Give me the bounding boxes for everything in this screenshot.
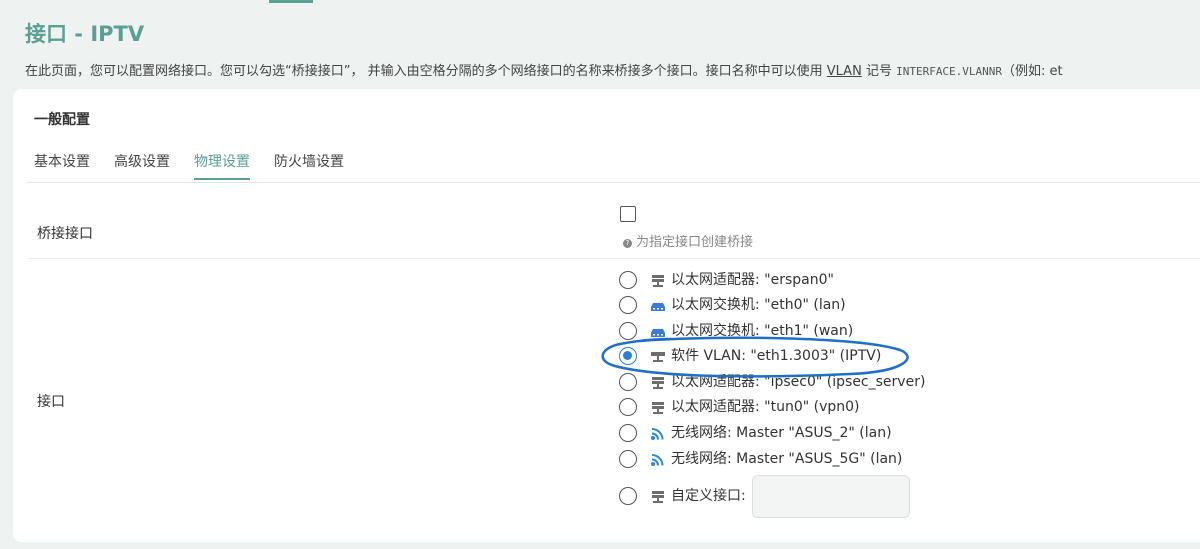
general-config-card: 一般配置 基本设置 高级设置 物理设置 防火墙设置 桥接接口 ? 为指定接口创建桥… bbox=[13, 89, 1200, 542]
help-icon: ? bbox=[623, 239, 632, 248]
tab-physical-settings[interactable]: 物理设置 bbox=[194, 151, 250, 180]
ethernet-adapter-icon bbox=[652, 275, 664, 287]
bridge-interfaces-label: 桥接接口 bbox=[37, 226, 93, 242]
interface-radio[interactable] bbox=[619, 271, 637, 289]
software-vlan-icon bbox=[651, 352, 665, 362]
tab-advanced-settings[interactable]: 高级设置 bbox=[114, 151, 170, 171]
ethernet-adapter-icon bbox=[652, 377, 664, 389]
custom-interface-radio[interactable] bbox=[619, 487, 637, 505]
tab-basic-settings[interactable]: 基本设置 bbox=[34, 151, 90, 171]
interface-option-label: 以太网适配器: "tun0" (vpn0) bbox=[671, 399, 860, 415]
interface-radio[interactable] bbox=[619, 450, 637, 468]
interface-radio[interactable] bbox=[619, 398, 637, 416]
top-nav-indicator bbox=[269, 0, 313, 3]
wireless-icon bbox=[651, 428, 664, 440]
ethernet-switch-icon bbox=[651, 329, 665, 337]
interface-option-label: 无线网络: Master "ASUS_5G" (lan) bbox=[671, 451, 903, 467]
custom-interface-input[interactable] bbox=[752, 475, 910, 518]
interface-radio[interactable] bbox=[619, 424, 637, 442]
interface-option-label: 以太网适配器: "erspan0" bbox=[671, 272, 834, 288]
bridge-interfaces-checkbox[interactable] bbox=[620, 206, 636, 222]
custom-interface-label: 自定义接口: bbox=[671, 488, 746, 504]
interface-option-label: 以太网交换机: "eth1" (wan) bbox=[671, 323, 854, 339]
ethernet-adapter-icon bbox=[652, 402, 664, 414]
interface-radio[interactable] bbox=[619, 296, 637, 314]
interface-radio[interactable] bbox=[619, 373, 637, 391]
vlan-link[interactable]: VLAN bbox=[827, 64, 862, 79]
tab-firewall-settings[interactable]: 防火墙设置 bbox=[274, 151, 344, 171]
ethernet-adapter-icon bbox=[652, 491, 664, 503]
interface-option-label: 软件 VLAN: "eth1.3003" (IPTV) bbox=[671, 348, 882, 364]
wireless-icon bbox=[651, 454, 664, 466]
bridge-hint: ? 为指定接口创建桥接 bbox=[623, 231, 753, 250]
interface-radio[interactable] bbox=[619, 322, 637, 340]
interface-option-label: 无线网络: Master "ASUS_2" (lan) bbox=[671, 425, 892, 441]
tabs-divider bbox=[27, 182, 1200, 183]
row-divider bbox=[27, 258, 1200, 259]
section-title: 一般配置 bbox=[34, 112, 90, 128]
interface-option-label: 以太网交换机: "eth0" (lan) bbox=[671, 297, 846, 313]
interface-option-label: 以太网适配器: "ipsec0" (ipsec_server) bbox=[671, 374, 926, 390]
interface-label: 接口 bbox=[37, 394, 65, 410]
page-description: 在此页面，您可以配置网络接口。您可以勾选“桥接接口”， 并输入由空格分隔的多个网… bbox=[25, 64, 1063, 79]
page-title: 接口 - IPTV bbox=[25, 22, 145, 46]
interface-radio[interactable] bbox=[619, 347, 637, 365]
ethernet-switch-icon bbox=[651, 303, 665, 311]
